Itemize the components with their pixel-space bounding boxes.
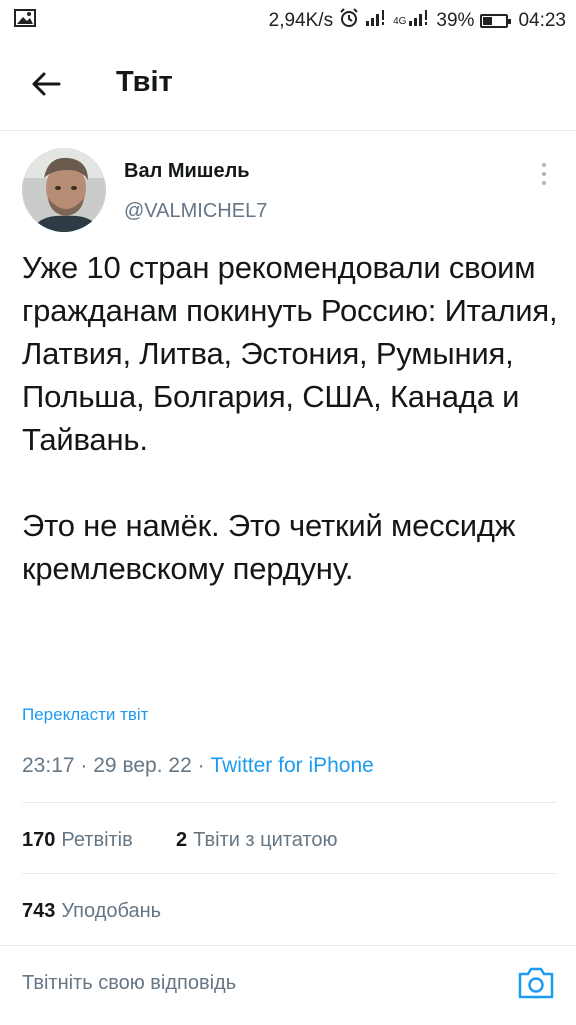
page-title: Твіт xyxy=(116,66,173,98)
tweet-meta: 23:17 · 29 вер. 22 · Twitter for iPhone xyxy=(22,754,374,778)
tweet-date: 29 вер. 22 xyxy=(93,754,192,777)
more-vertical-icon-dot xyxy=(542,181,546,185)
top-app-bar: Твіт xyxy=(0,38,576,131)
back-button[interactable] xyxy=(26,64,66,104)
signal-4g-icon xyxy=(408,9,430,33)
avatar[interactable] xyxy=(22,148,106,232)
arrow-left-icon xyxy=(32,72,61,96)
tweet-time: 23:17 xyxy=(22,754,75,777)
quotes-count: 2 xyxy=(176,829,188,851)
more-options-button[interactable] xyxy=(534,160,554,188)
camera-icon xyxy=(518,967,554,999)
tweet-text: Уже 10 стран рекомендовали своим граждан… xyxy=(22,250,558,586)
reply-bar: Твітніть свою відповідь xyxy=(0,945,576,1025)
battery-icon xyxy=(480,14,512,28)
gallery-icon xyxy=(14,9,36,32)
quote-tweets-stat[interactable]: 2 Твіти з цитатою xyxy=(176,829,337,852)
battery-percent: 39% xyxy=(436,10,475,31)
retweets-stat[interactable]: 170 Ретвітів xyxy=(22,829,133,852)
author-name[interactable]: Вал Мишель xyxy=(124,160,250,183)
camera-button[interactable] xyxy=(516,964,556,1002)
author-handle[interactable]: @VALMICHEL7 xyxy=(124,200,267,223)
retweets-count: 170 xyxy=(22,829,56,851)
more-vertical-icon-dot xyxy=(542,172,546,176)
more-vertical-icon-dot xyxy=(542,163,546,167)
meta-separator: · xyxy=(80,754,88,777)
network-speed: 2,94K/s xyxy=(268,10,334,31)
meta-separator: · xyxy=(197,754,205,777)
likes-stat[interactable]: 743 Уподобань xyxy=(22,900,161,923)
quotes-label: Твіти з цитатою xyxy=(193,829,338,851)
tweet-source-link[interactable]: Twitter for iPhone xyxy=(210,754,373,777)
likes-label: Уподобань xyxy=(61,900,162,922)
divider xyxy=(22,802,556,803)
status-bar-right: 2,94K/s 4G 39% 04:23 xyxy=(269,8,566,34)
retweets-label: Ретвітів xyxy=(61,829,133,851)
clock: 04:23 xyxy=(518,10,566,31)
alarm-icon xyxy=(339,8,359,34)
translate-tweet-link[interactable]: Перекласти твіт xyxy=(22,705,148,725)
likes-count: 743 xyxy=(22,900,56,922)
signal-icon xyxy=(365,9,387,33)
reply-input[interactable]: Твітніть свою відповідь xyxy=(22,972,236,995)
divider xyxy=(22,873,556,874)
status-bar: 2,94K/s 4G 39% 04:23 xyxy=(0,0,576,38)
network-type: 4G xyxy=(393,15,407,27)
